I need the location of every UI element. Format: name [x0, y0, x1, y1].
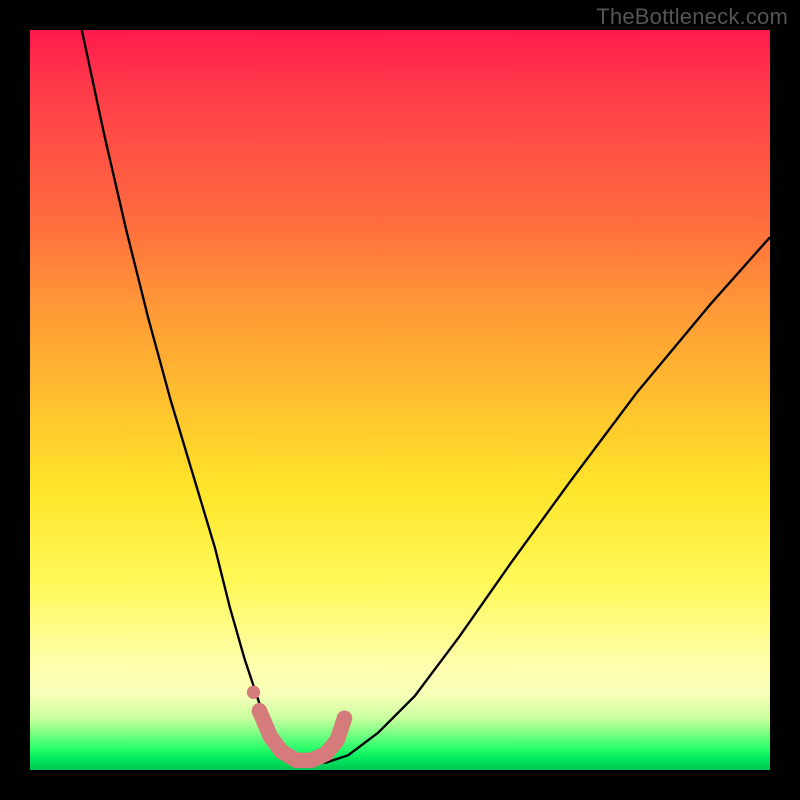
bottleneck-curve	[82, 30, 770, 763]
chart-frame: TheBottleneck.com	[0, 0, 800, 800]
optimal-zone-marker	[259, 711, 344, 761]
watermark-text: TheBottleneck.com	[596, 4, 788, 30]
marker-dot-left	[247, 686, 260, 699]
chart-svg	[30, 30, 770, 770]
plot-area	[30, 30, 770, 770]
